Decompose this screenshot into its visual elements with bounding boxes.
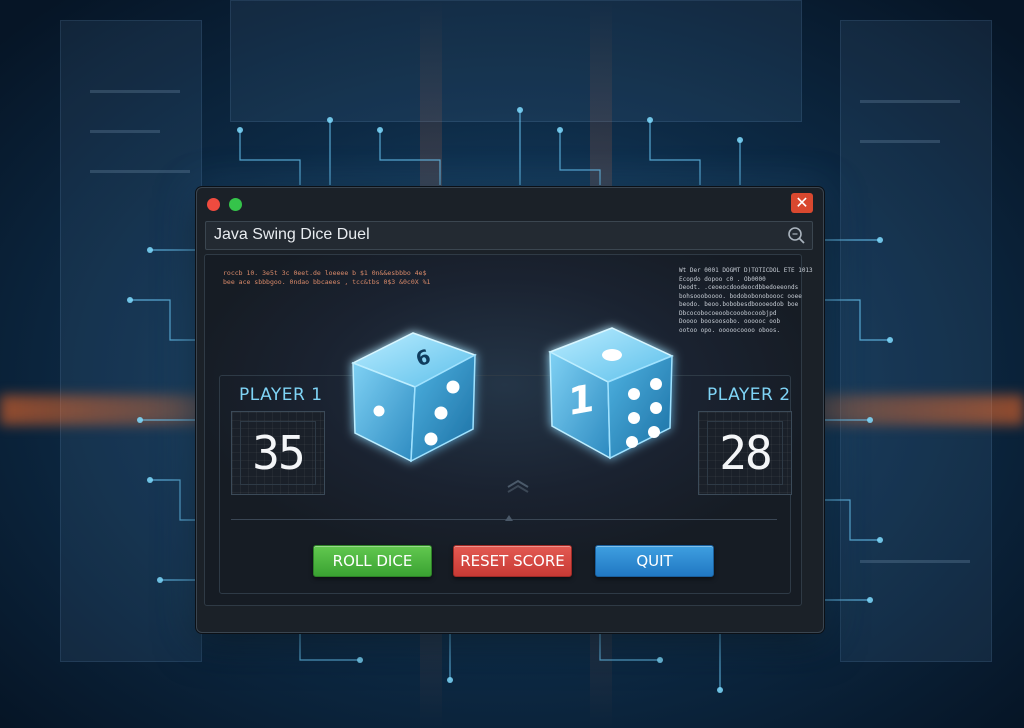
code-snippet-left: roccb 10. 3e5t 3c 0eet.de loeeee b $1 0n… <box>223 269 430 287</box>
code-line: roccb 10. 3e5t 3c 0eet.de loeeee b $1 0n… <box>223 269 427 277</box>
player2-label: PLAYER 2 <box>707 385 791 405</box>
window-maximize-dot[interactable] <box>229 198 242 211</box>
code-line: Ecopdo dopoo c0 . Ob0000 <box>679 275 766 283</box>
quit-button[interactable]: QUIT <box>595 545 714 577</box>
chevron-up-icon <box>507 479 529 493</box>
code-line: beodo. beoo.bobobesdboooeodob boe <box>679 301 799 308</box>
player1-score: 35 <box>240 421 316 485</box>
player2-score-box: 28 <box>698 411 792 495</box>
code-line: bohsoooboooo. bodobobonoboooc ooee <box>679 292 802 300</box>
code-snippet-right: Wt Der 0001 DOGMT D)TOTICDOL ETE 1013 Eco… <box>679 267 813 335</box>
code-line: Doooo boosoosobo. oooooc oob <box>679 318 781 325</box>
player1-label: PLAYER 1 <box>239 385 323 405</box>
panel-divider <box>231 519 777 520</box>
code-line: Wt Der 0001 DOGMT D)TOTICDOL ETE 1013 <box>679 267 813 274</box>
close-icon[interactable]: ✕ <box>791 193 813 213</box>
left-die: 6 <box>351 332 477 463</box>
player1-score-box: 35 <box>231 411 325 495</box>
reset-score-button[interactable]: RESET SCORE <box>453 545 572 577</box>
right-die-front-number: 1 <box>568 376 594 425</box>
code-line: Dbcocobocoeoobcooobocoobjpd <box>679 309 777 317</box>
code-line: ootoo opo. ooooocoooo oboos. <box>679 326 781 334</box>
player2-score: 28 <box>707 421 783 485</box>
window-close-dot[interactable] <box>207 198 220 211</box>
code-line: Deodt. .ceoeocdoodeocdbbedoeeonds <box>679 284 799 291</box>
title-bar: Java Swing Dice Duel <box>205 221 813 250</box>
game-panel: roccb 10. 3e5t 3c 0eet.de loeeee b $1 0n… <box>204 254 813 606</box>
window-title: Java Swing Dice Duel <box>214 226 370 243</box>
right-die: 1 <box>548 327 674 460</box>
roll-dice-button[interactable]: ROLL DICE <box>313 545 432 577</box>
zoom-icon[interactable] <box>786 225 806 245</box>
code-line: bee ace sbbbgoo. 0ndao bbcaees , tcc&tbs… <box>223 278 431 286</box>
app-window: ✕ Java Swing Dice Duel roccb 10. 3e5t 3c… <box>196 187 824 633</box>
divider-marker <box>505 515 513 521</box>
